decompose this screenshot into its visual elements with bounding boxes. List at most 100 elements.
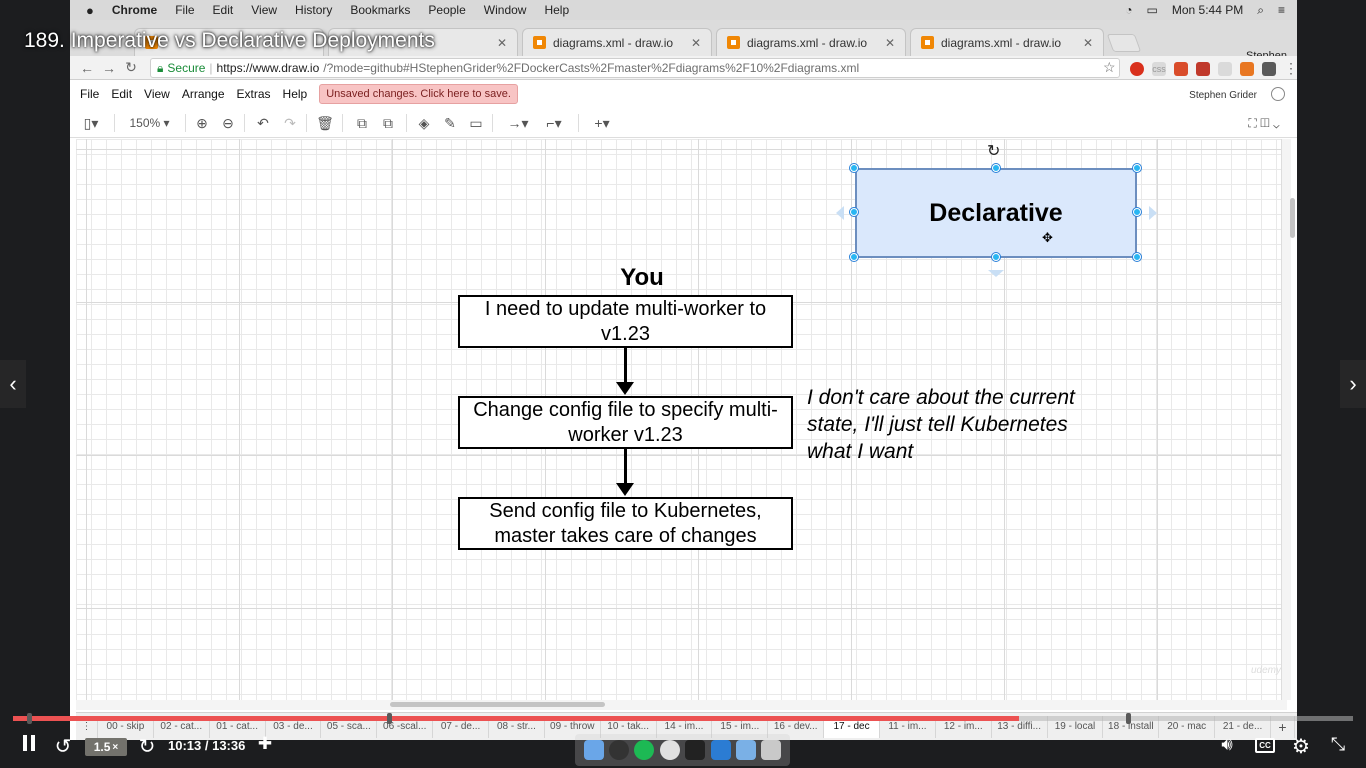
close-icon[interactable]: ✕	[691, 36, 701, 50]
extension-icon[interactable]	[1196, 61, 1210, 76]
resize-handle-n[interactable]	[992, 164, 1000, 172]
browser-tab-5[interactable]: diagrams.xml - draw.io ✕	[910, 28, 1104, 56]
vscode-icon[interactable]	[710, 740, 731, 760]
resize-handle-e[interactable]	[1133, 208, 1141, 216]
new-tab-button[interactable]	[1106, 34, 1142, 52]
flow-step-3[interactable]: Send config file to Kubernetes, master t…	[458, 497, 793, 550]
drawio-menu-help[interactable]: Help	[283, 87, 308, 101]
next-lecture-button[interactable]: ›	[1340, 360, 1366, 408]
playback-speed-button[interactable]: 1.5 ×	[85, 738, 127, 756]
flow-arrow-1[interactable]	[624, 348, 627, 384]
close-icon[interactable]: ✕	[885, 36, 895, 50]
extension-icon[interactable]	[1262, 61, 1276, 76]
forward-icon[interactable]: ↻	[136, 734, 158, 759]
horizontal-scrollbar[interactable]	[76, 700, 1287, 710]
horizontal-scroll-thumb[interactable]	[390, 702, 605, 707]
resize-handle-ne[interactable]	[1133, 164, 1141, 172]
delete-icon[interactable]: 🗑︎	[315, 114, 335, 132]
fill-color-icon[interactable]: ◈	[414, 114, 434, 132]
lecture-title: 189. Imperative vs Declarative Deploymen…	[24, 29, 435, 52]
bookmark-star-icon[interactable]: ☆	[1103, 59, 1116, 76]
recorded-screen: ● Chrome File Edit View History Bookmark…	[70, 0, 1297, 740]
pause-icon[interactable]	[18, 734, 40, 752]
resize-handle-nw[interactable]	[850, 164, 858, 172]
zoom-select[interactable]: 150% ▾	[122, 114, 177, 132]
volume-icon[interactable]: 🔊︎	[1216, 734, 1238, 755]
video-progress-bar[interactable]	[13, 713, 1353, 724]
rewind-icon[interactable]: ↺	[52, 734, 74, 759]
declarative-note[interactable]: I don't care about the current state, I'…	[807, 384, 1087, 465]
extension-icon[interactable]	[1218, 61, 1232, 76]
close-icon[interactable]: ✕	[497, 36, 507, 50]
format-panel-icon[interactable]: ▯▾	[76, 114, 106, 132]
line-color-icon[interactable]: ✎	[440, 114, 460, 132]
reload-icon[interactable]: ↻	[120, 59, 142, 76]
folder-icon[interactable]	[735, 740, 756, 760]
clone-arrow-right-icon[interactable]	[1149, 206, 1157, 220]
to-front-icon[interactable]: ⧉	[352, 114, 372, 132]
drawio-toolbar: ▯▾ 150% ▾ ⊕ ⊖ ↶ ↷ 🗑︎ ⧉ ⧉ ◈ ✎ ▭ →▾ ⌐▾ +▾ …	[70, 108, 1297, 138]
tab-label: diagrams.xml - draw.io	[747, 35, 868, 50]
globe-icon[interactable]	[1271, 87, 1285, 101]
resize-handle-se[interactable]	[1133, 253, 1141, 261]
drawio-menu-view[interactable]: View	[144, 87, 170, 101]
waypoints-icon[interactable]: ⌐▾	[538, 114, 570, 132]
flow-step-1[interactable]: I need to update multi-worker to v1.23	[458, 295, 793, 348]
resize-handle-sw[interactable]	[850, 253, 858, 261]
toolbar-separator	[492, 114, 493, 132]
redo-icon[interactable]: ↷	[280, 114, 300, 132]
browser-tab-3[interactable]: diagrams.xml - draw.io ✕	[522, 28, 712, 56]
vertical-scroll-thumb[interactable]	[1290, 198, 1295, 238]
url-domain: https://www.draw.io	[216, 61, 320, 75]
back-arrow-icon[interactable]: ←	[76, 60, 98, 76]
previous-lecture-button[interactable]: ‹	[0, 360, 26, 408]
resize-handle-w[interactable]	[850, 208, 858, 216]
kebab-menu-icon[interactable]: ⋮	[1284, 60, 1297, 77]
to-back-icon[interactable]: ⧉	[378, 114, 398, 132]
drawio-menu-arrange[interactable]: Arrange	[182, 87, 225, 101]
toolbar-separator	[342, 114, 343, 132]
trash-icon[interactable]	[761, 740, 782, 760]
connection-icon[interactable]: →▾	[502, 114, 534, 132]
close-icon[interactable]: ✕	[1083, 36, 1093, 50]
drawio-favicon-icon	[921, 36, 934, 49]
cc-icon[interactable]: CC	[1255, 738, 1275, 753]
chrome-icon[interactable]	[659, 740, 680, 760]
extension-icon[interactable]	[1174, 61, 1188, 76]
obs-icon[interactable]	[609, 740, 630, 760]
terminal-icon[interactable]	[685, 740, 706, 760]
unsaved-changes-button[interactable]: Unsaved changes. Click here to save.	[319, 84, 518, 104]
menu-list-icon: ≡	[1277, 3, 1285, 17]
diagram-heading[interactable]: You	[602, 264, 682, 292]
flow-step-2[interactable]: Change config file to specify multi-work…	[458, 396, 793, 449]
browser-tab-4[interactable]: diagrams.xml - draw.io ✕	[716, 28, 906, 56]
opera-extension-icon[interactable]	[1130, 61, 1144, 76]
spotlight-icon: ⌕	[1257, 2, 1264, 17]
finder-icon[interactable]	[583, 740, 604, 760]
shadow-icon[interactable]: ▭	[466, 114, 486, 132]
drawio-menu-extras[interactable]: Extras	[237, 87, 271, 101]
spotify-icon[interactable]	[634, 740, 655, 760]
declarative-shape-selected[interactable]: Declarative	[855, 168, 1137, 258]
fullscreen-collapse-icon[interactable]: ⛶ ◫ ⌄	[1242, 114, 1286, 132]
drawio-user-name[interactable]: Stephen Grider	[1189, 90, 1257, 101]
css-extension-icon[interactable]: css	[1152, 61, 1166, 76]
forward-arrow-icon[interactable]: →	[98, 60, 120, 76]
resize-handle-s[interactable]	[992, 253, 1000, 261]
clone-arrow-left-icon[interactable]	[836, 206, 844, 220]
exit-fullscreen-icon[interactable]: ⤡	[1327, 734, 1349, 755]
drawio-menu-file[interactable]: File	[80, 87, 99, 101]
insert-plus-icon[interactable]: +▾	[588, 114, 616, 132]
address-bar[interactable]: 🔒︎ Secure | https://www.draw.io/?mode=gi…	[150, 58, 1120, 78]
drawio-menu-edit[interactable]: Edit	[111, 87, 132, 101]
zoom-in-icon[interactable]: ⊕	[192, 114, 212, 132]
mac-menu-bookmarks: Bookmarks	[350, 3, 411, 17]
clone-arrow-down-icon[interactable]	[988, 270, 1004, 277]
metamask-extension-icon[interactable]	[1240, 61, 1254, 76]
flow-arrow-2[interactable]	[624, 449, 627, 485]
settings-icon[interactable]: ⚙	[1290, 734, 1312, 759]
zoom-out-icon[interactable]: ⊖	[218, 114, 238, 132]
bookmark-icon[interactable]: ✚	[254, 734, 276, 754]
undo-icon[interactable]: ↶	[253, 114, 273, 132]
rotate-handle-icon[interactable]: ↻	[987, 141, 1000, 161]
